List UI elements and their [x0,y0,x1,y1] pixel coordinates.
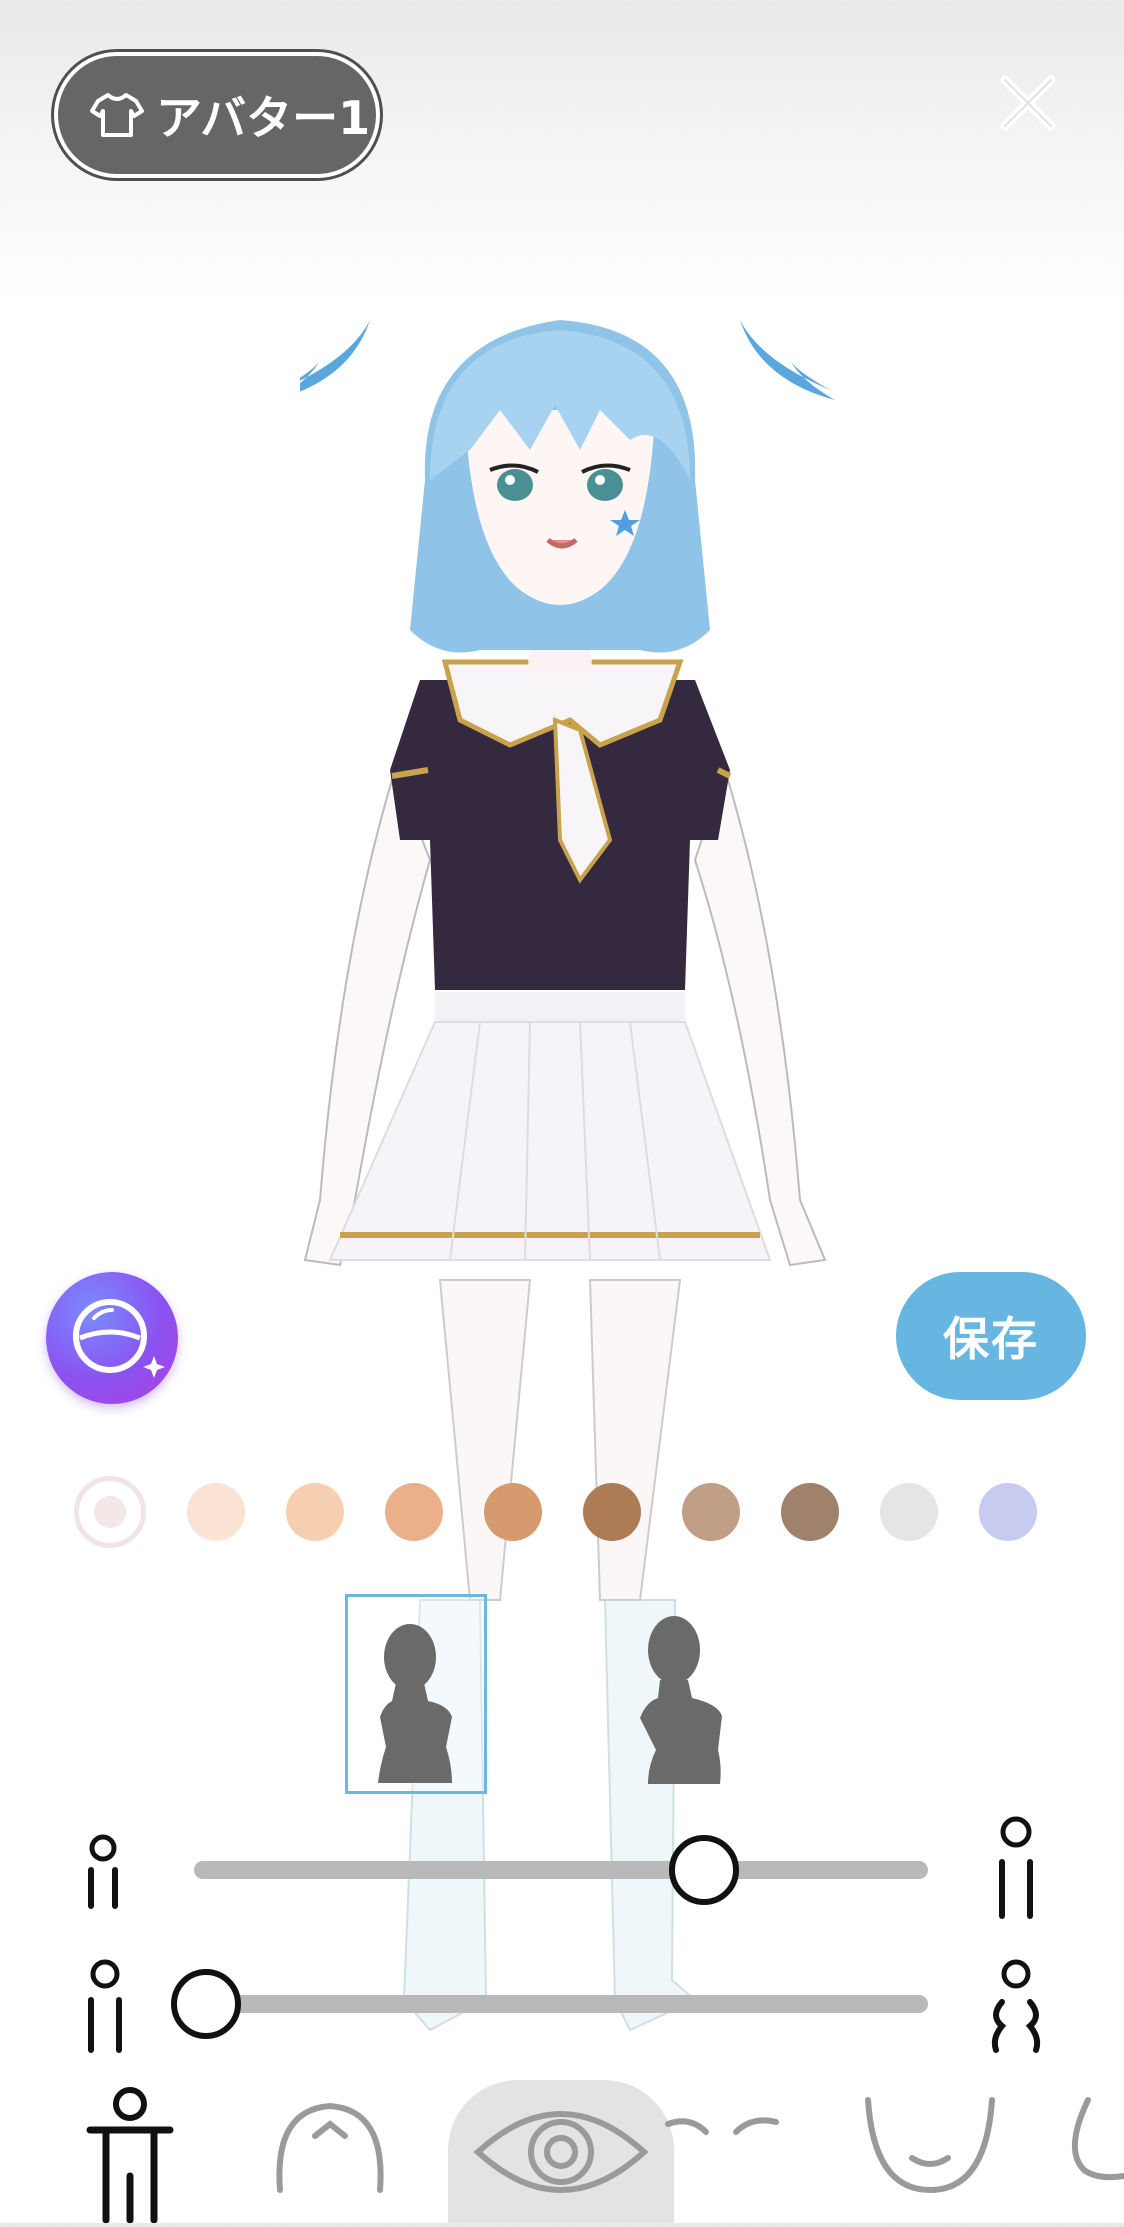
eyebrow-tab-icon [665,2117,779,2135]
tab-hair[interactable] [260,2080,400,2223]
eye-tab-icon [473,2111,649,2193]
mouth-tab-icon [1071,2097,1124,2181]
avatar-selector-button[interactable]: アバター1 [54,52,380,178]
body-width-slider-thumb[interactable] [171,1969,241,2039]
ai-sparkle-icon [73,1299,165,1378]
tall-figure-icon [999,1816,1033,1919]
tab-eyes[interactable] [448,2080,674,2223]
body-tab-icon [86,2087,174,2224]
tab-eyebrows[interactable] [660,2080,780,2223]
skin-swatch-8[interactable] [781,1483,839,1541]
skin-swatch-2[interactable] [187,1483,245,1541]
skin-swatch-7[interactable] [682,1483,740,1541]
tab-mouth[interactable] [1058,2080,1124,2223]
slim-body-type [378,1624,452,1783]
tab-body[interactable] [60,2080,200,2224]
height-slider-thumb[interactable] [669,1835,739,1905]
short-figure-icon [88,1834,118,1909]
save-button[interactable]: 保存 [896,1272,1086,1400]
skin-swatch-1[interactable] [74,1476,146,1548]
close-icon [1000,75,1056,131]
skin-swatch-5[interactable] [484,1483,542,1541]
height-slider-track[interactable] [194,1861,928,1879]
skin-swatch-4[interactable] [385,1483,443,1541]
slim-body-type-option[interactable] [345,1594,487,1794]
skin-color-palette [74,1472,1074,1552]
tab-face-shape[interactable] [860,2080,1000,2223]
wide-figure-icon [991,1959,1041,2053]
body-width-slider-track[interactable] [194,1995,928,2013]
face-shape-tab-icon [865,2097,995,2194]
avatar-name-label: アバター1 [156,91,371,145]
skin-swatch-6[interactable] [583,1483,641,1541]
narrow-figure-icon [88,1959,122,2053]
curvy-body-type [640,1616,722,1784]
hair-tab-icon [276,2102,384,2193]
skin-swatch-3[interactable] [286,1483,344,1541]
skin-swatch-10[interactable] [979,1483,1037,1541]
tshirt-icon [90,93,144,137]
skin-swatch-9[interactable] [880,1483,938,1541]
ai-generate-button[interactable] [46,1272,178,1404]
curvy-body-type-option[interactable] [600,1594,742,1794]
close-button[interactable] [995,70,1061,136]
